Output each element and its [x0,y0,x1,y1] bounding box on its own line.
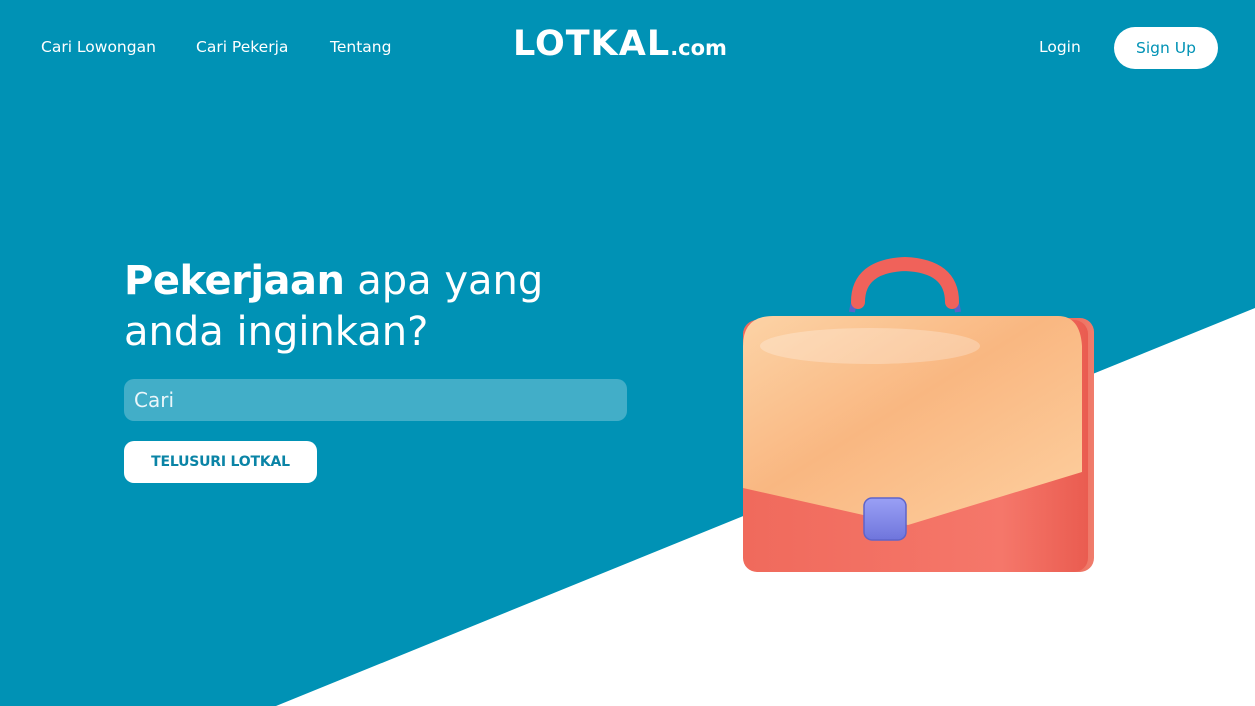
search-input[interactable] [124,379,627,421]
headline-bold-word: Pekerjaan [124,258,345,304]
telusuri-lotkal-button[interactable]: TELUSURI LOTKAL [124,441,317,483]
briefcase-icon [743,256,1094,572]
site-logo[interactable]: LOTKAL.com [513,24,727,64]
logo-suffix-text: .com [670,36,727,60]
logo-main-text: LOTKAL [513,24,671,64]
landing-page: Cari Lowongan Cari Pekerja Tentang LOTKA… [0,0,1255,706]
hero-headline: Pekerjaan apa yang anda inginkan? [124,256,543,358]
nav-link-tentang[interactable]: Tentang [330,38,391,56]
sign-up-button[interactable]: Sign Up [1114,27,1218,69]
login-link[interactable]: Login [1039,38,1081,56]
headline-line2: anda inginkan? [124,309,429,355]
nav-link-cari-pekerja[interactable]: Cari Pekerja [196,38,288,56]
headline-line1-rest: apa yang [357,258,544,304]
nav-link-cari-lowongan[interactable]: Cari Lowongan [41,38,156,56]
